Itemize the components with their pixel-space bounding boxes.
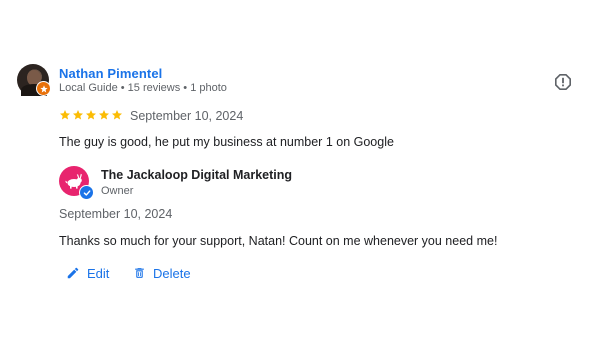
star-icon	[60, 110, 70, 120]
delete-label: Delete	[153, 265, 191, 281]
reviewer-meta: Local Guide • 15 reviews • 1 photo	[59, 82, 227, 94]
reply-date: September 10, 2024	[59, 207, 173, 221]
delete-reply-button[interactable]: Delete	[133, 263, 191, 283]
verified-check-icon	[79, 185, 94, 200]
report-icon	[555, 74, 571, 90]
review-text: The guy is good, he put my business at n…	[59, 135, 394, 149]
star-rating	[59, 109, 123, 121]
reviewer-name[interactable]: Nathan Pimentel	[59, 66, 162, 81]
edit-label: Edit	[87, 265, 110, 281]
reply-text: Thanks so much for your support, Natan! …	[59, 234, 498, 248]
review-card: Nathan Pimentel Local Guide • 15 reviews…	[0, 0, 600, 343]
star-icon	[73, 110, 83, 120]
owner-role: Owner	[101, 185, 134, 197]
star-icon	[86, 110, 96, 120]
trash-icon	[135, 268, 144, 278]
local-guide-badge-icon	[36, 81, 51, 96]
edit-reply-button[interactable]: Edit	[66, 263, 109, 283]
report-button[interactable]	[554, 73, 572, 91]
pencil-icon	[67, 267, 79, 279]
owner-business-name: The Jackaloop Digital Marketing	[101, 168, 293, 182]
star-icon	[112, 110, 122, 120]
star-icon	[99, 110, 109, 120]
review-date: September 10, 2024	[130, 109, 244, 123]
